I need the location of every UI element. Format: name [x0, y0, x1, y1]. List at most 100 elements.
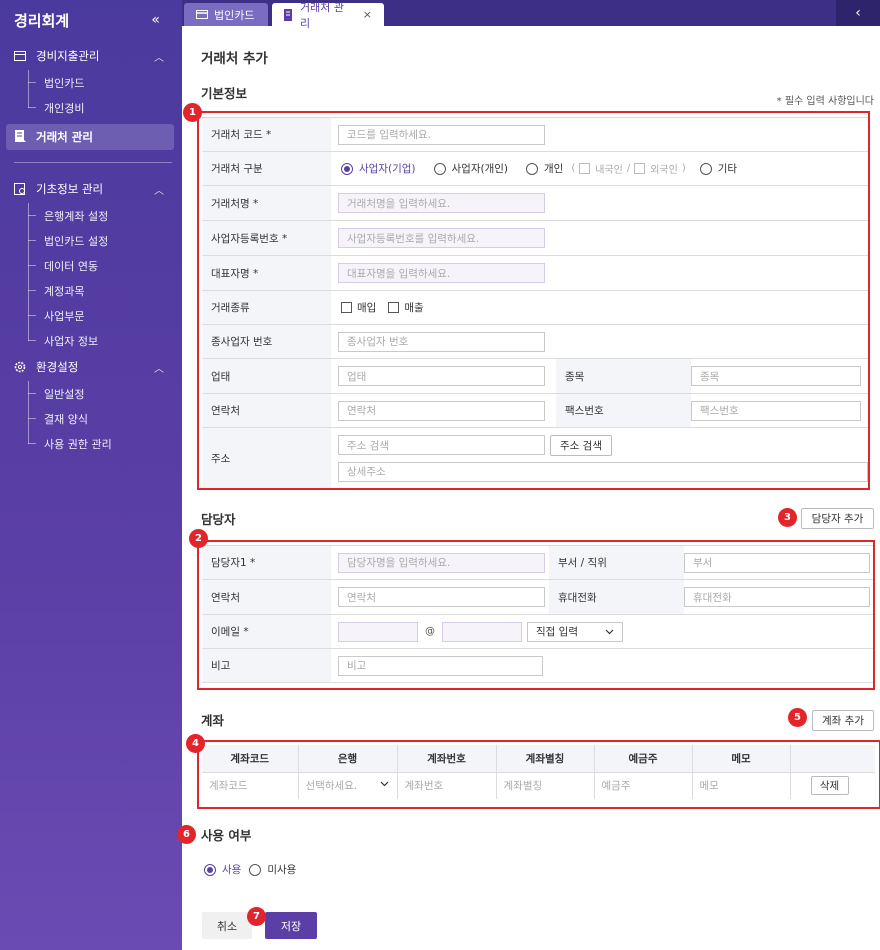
chevron-up-icon: ︿ [154, 186, 164, 197]
field-label: 담당자1 * [202, 546, 331, 579]
sidebar-active-label: 거래처 관리 [36, 130, 93, 144]
business-number-input[interactable]: 사업자등록번호를 입력하세요. [338, 228, 545, 248]
field-label: 종사업자 번호 [202, 325, 331, 358]
tab-scroll-left-icon[interactable]: ‹ [836, 0, 880, 26]
tab-vendor-management[interactable]: 거래처 관리 × [272, 1, 384, 30]
address-search-button[interactable]: 주소 검색 [550, 434, 612, 456]
fax-input[interactable]: 팩스번호 [691, 400, 861, 421]
radio-corp-business[interactable]: 사업자(기업) [341, 161, 416, 176]
table-header-row: 계좌코드 은행 계좌번호 계좌별칭 예금주 메모 [202, 745, 875, 773]
field-label: 종목 [556, 359, 691, 393]
page-title: 거래처 추가 [201, 51, 268, 67]
tab-corp-card[interactable]: 법인카드 [184, 3, 268, 26]
radio-individual[interactable]: 개인 [526, 161, 563, 176]
annotation-badge-6: 6 [177, 825, 196, 844]
add-contact-button[interactable]: 담당자 추가 [801, 508, 874, 529]
sidebar-item-bank-account[interactable]: 은행계좌 설정 [0, 203, 182, 228]
close-tab-icon[interactable]: × [363, 8, 372, 21]
ceo-name-input[interactable]: 대표자명을 입력하세요. [338, 263, 545, 283]
section-title-contact: 담당자 [201, 512, 236, 527]
sidebar-item-general-settings[interactable]: 일반설정 [0, 381, 182, 406]
checkbox-foreign[interactable] [634, 163, 646, 174]
row-contact-phone: 연락처 연락처 휴대전화 휴대전화 [202, 580, 875, 615]
delete-account-button[interactable]: 삭제 [810, 776, 849, 796]
cancel-button[interactable]: 취소 [202, 912, 252, 939]
business-item-input[interactable]: 종목 [691, 366, 861, 386]
collapse-sidebar-icon[interactable]: « [151, 12, 160, 28]
account-alias-input[interactable]: 계좌별칭 [496, 772, 595, 799]
sidebar-item-data-sync[interactable]: 데이터 연동 [0, 253, 182, 278]
address-search-input[interactable]: 주소 검색 [338, 435, 545, 455]
field-label: 사업자등록번호 * [202, 221, 331, 255]
sidebar-item-vendor-management[interactable]: 거래처 관리 [6, 124, 174, 150]
checkbox-purchase[interactable]: 매입 [341, 300, 376, 315]
sidebar-item-accounts[interactable]: 계정과목 [0, 278, 182, 303]
contact-phone-input[interactable]: 연락처 [338, 587, 545, 607]
column-header: 예금주 [594, 745, 693, 773]
email-domain-select[interactable]: 직접 입력 [527, 621, 623, 642]
sidebar-group-settings[interactable]: 환경설정 ︿ [0, 353, 182, 381]
radio-usage-on[interactable]: 사용 [204, 862, 241, 877]
annotation-badge-3: 3 [778, 508, 797, 527]
sidebar-item-business-info[interactable]: 사업자 정보 [0, 328, 182, 353]
radio-usage-off[interactable]: 미사용 [249, 862, 296, 877]
address-detail-input[interactable]: 상세주소 [338, 461, 868, 482]
column-header: 계좌코드 [202, 745, 299, 773]
sidebar-group-label: 기초정보 관리 [36, 182, 104, 196]
sidebar-item-personal-expense[interactable]: 개인경비 [0, 95, 182, 120]
radio-individual-business[interactable]: 사업자(개인) [433, 161, 508, 176]
account-memo-input[interactable]: 메모 [692, 772, 791, 799]
add-account-button[interactable]: 계좌 추가 [812, 710, 874, 731]
vendor-code-input[interactable]: 코드를 입력하세요. [338, 124, 545, 145]
row-name: 거래처명 * 거래처명을 입력하세요. [202, 186, 868, 221]
bank-select[interactable]: 선택하세요. [298, 772, 398, 799]
field-label: 업태 [202, 359, 331, 393]
sidebar-group-expense[interactable]: 경비지출관리 ︿ [0, 42, 182, 70]
checkbox-domestic[interactable] [579, 163, 591, 174]
row-contact-name: 담당자1 * 담당자명을 입력하세요. 부서 / 직위 부서 [202, 546, 875, 580]
annotation-badge-1: 1 [183, 103, 202, 122]
sidebar-item-corp-card-settings[interactable]: 법인카드 설정 [0, 228, 182, 253]
contact-name-input[interactable]: 담당자명을 입력하세요. [338, 552, 545, 573]
email-domain-input[interactable] [442, 621, 522, 642]
account-holder-input[interactable]: 예금주 [594, 772, 693, 799]
field-label: 이메일 * [202, 615, 331, 648]
sidebar-item-approval-form[interactable]: 결재 양식 [0, 406, 182, 431]
row-code: 거래처 코드 * 코드를 입력하세요. [202, 118, 868, 152]
sidebar-item-permissions[interactable]: 사용 권한 관리 [0, 431, 182, 456]
department-input[interactable]: 부서 [684, 552, 870, 573]
sidebar-item-business-unit[interactable]: 사업부문 [0, 303, 182, 328]
field-label: 부서 / 직위 [549, 546, 684, 579]
sidebar-group-basic-info[interactable]: 기초정보 관리 ︿ [0, 175, 182, 203]
account-table: 계좌코드 은행 계좌번호 계좌별칭 예금주 메모 계좌코드 선택하세요. 계좌번… [202, 745, 875, 799]
row-memo: 비고 비고 [202, 649, 875, 683]
chevron-up-icon: ︿ [154, 364, 164, 375]
table-row: 계좌코드 선택하세요. 계좌번호 계좌별칭 예금주 메모 삭제 [202, 772, 875, 799]
card-icon [196, 10, 208, 19]
section-title-usage: 사용 여부 [201, 828, 252, 843]
sub-business-number-input[interactable]: 종사업자 번호 [338, 331, 545, 352]
tab-label: 법인카드 [214, 8, 255, 22]
checkbox-sales[interactable]: 매출 [388, 300, 424, 315]
column-header: 계좌번호 [397, 745, 497, 773]
vendor-name-input[interactable]: 거래처명을 입력하세요. [338, 193, 545, 213]
field-label: 주소 [202, 428, 331, 488]
row-email: 이메일 * @ 직접 입력 [202, 615, 875, 649]
memo-input[interactable]: 비고 [338, 655, 543, 676]
mobile-input[interactable]: 휴대전화 [684, 587, 870, 607]
app-title: 경리회계 [14, 11, 70, 30]
business-type-input[interactable]: 업태 [338, 366, 545, 386]
row-type: 거래처 구분 사업자(기업) 사업자(개인) 개인 ( 내국인 / 외국인 ) … [202, 152, 868, 186]
card-icon [14, 50, 26, 62]
sidebar: 경리회계 « 경비지출관리 ︿ 법인카드 개인경비 거래처 관리 기초정보 관리… [0, 0, 182, 950]
field-label: 거래처 코드 * [202, 118, 331, 151]
account-code-input[interactable]: 계좌코드 [202, 772, 299, 799]
sidebar-item-corp-card[interactable]: 법인카드 [0, 70, 182, 95]
contact-form: 담당자1 * 담당자명을 입력하세요. 부서 / 직위 부서 연락처 연락처 휴… [202, 545, 875, 683]
radio-other[interactable]: 기타 [699, 161, 737, 176]
email-local-input[interactable] [338, 621, 418, 642]
account-number-input[interactable]: 계좌번호 [397, 772, 497, 799]
phone-input[interactable]: 연락처 [338, 400, 545, 421]
document-icon [15, 129, 26, 145]
save-button[interactable]: 저장 [265, 912, 317, 939]
